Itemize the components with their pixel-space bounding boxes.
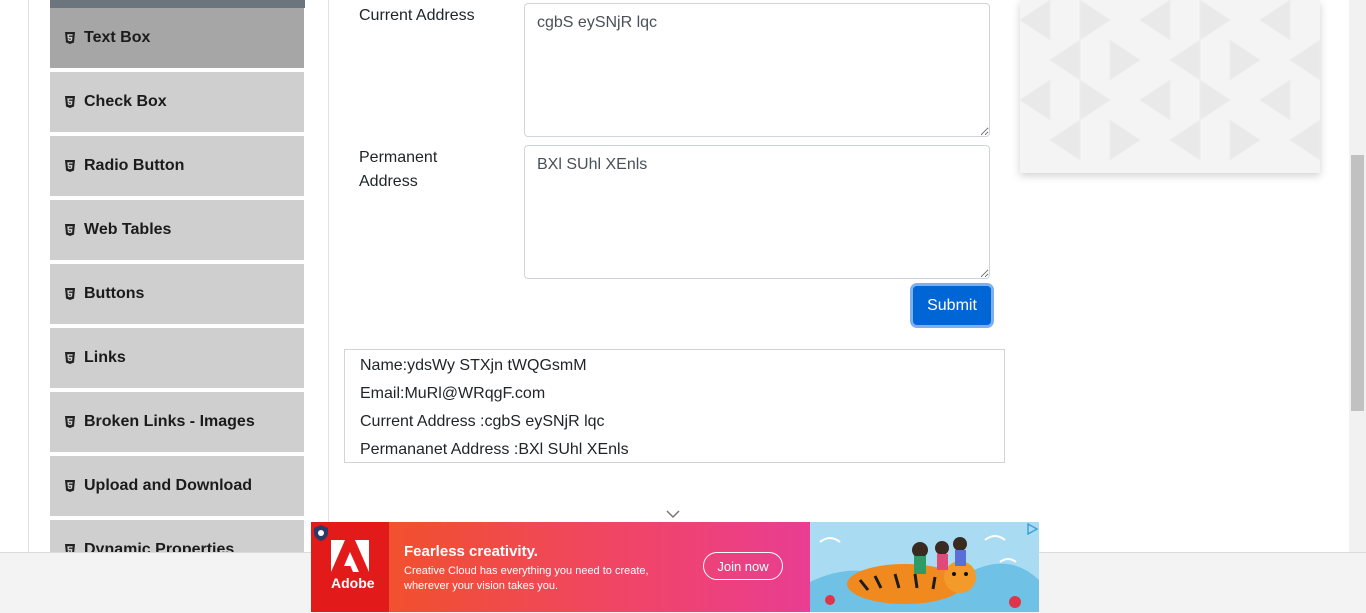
adobe-ad-banner[interactable]: Adobe Fearless creativity. Creative Clou… — [311, 522, 1039, 612]
output-email: Email:MuRl@WRqgF.com — [360, 385, 546, 402]
output-name: Name:ydsWy STXjn tWQGsmM — [360, 357, 587, 374]
ad-headline: Fearless creativity. — [404, 543, 538, 560]
html5-icon — [65, 160, 75, 172]
sidebar-item-text-box[interactable]: Text Box — [50, 8, 304, 70]
sidebar-item-label: Radio Button — [84, 157, 185, 174]
html5-icon — [65, 288, 75, 300]
sidebar-item-check-box[interactable]: Check Box — [50, 72, 304, 134]
html5-icon — [65, 32, 75, 44]
decorative-banner-image — [1020, 0, 1320, 173]
sidebar-item-label: Broken Links - Images — [84, 413, 255, 430]
sidebar-item-links[interactable]: Links — [50, 328, 304, 390]
ad-illustration — [810, 522, 1039, 612]
html5-icon — [65, 416, 75, 428]
output-current-address: Current Address :cgbS eySNjR lqc — [360, 413, 605, 430]
chevron-down-icon[interactable] — [666, 509, 680, 519]
ad-choices-icon[interactable] — [1026, 523, 1038, 535]
sidebar: Text Box Check Box Radio Button Web Tabl… — [50, 0, 305, 552]
html5-icon — [65, 96, 75, 108]
output-permanent-address: Permananet Address :BXl SUhl XEnls — [360, 441, 629, 458]
submit-button[interactable]: Submit — [913, 286, 991, 325]
sidebar-item-label: Web Tables — [84, 221, 172, 238]
scrollbar-thumb[interactable] — [1351, 155, 1364, 411]
content-divider — [328, 0, 329, 552]
sidebar-item-label: Text Box — [84, 29, 151, 46]
sidebar-item-label: Buttons — [84, 285, 145, 302]
sidebar-item-buttons[interactable]: Buttons — [50, 264, 304, 326]
sidebar-item-web-tables[interactable]: Web Tables — [50, 200, 304, 262]
ad-subtext: Creative Cloud has everything you need t… — [404, 565, 649, 592]
sidebar-item-label: Upload and Download — [84, 477, 252, 494]
ad-shield-icon[interactable] — [314, 525, 328, 541]
sidebar-item-dynamic-properties[interactable]: Dynamic Properties — [50, 520, 304, 552]
html5-icon — [65, 544, 75, 552]
sidebar-item-upload-download[interactable]: Upload and Download — [50, 456, 304, 518]
ad-join-now-button[interactable]: Join now — [703, 552, 783, 580]
sidebar-item-broken-links[interactable]: Broken Links - Images — [50, 392, 304, 454]
sidebar-item-label: Check Box — [84, 93, 167, 110]
sidebar-item-label: Links — [84, 349, 126, 366]
current-address-textarea[interactable]: cgbS eySNjR lqc — [524, 3, 990, 137]
html5-icon — [65, 352, 75, 364]
permanent-address-textarea[interactable]: BXl SUhl XEnls — [524, 145, 990, 279]
page-left-border — [28, 0, 29, 552]
sidebar-group-header[interactable] — [50, 0, 305, 8]
sidebar-item-label: Dynamic Properties — [84, 541, 235, 552]
permanent-address-label-line2: Address — [359, 173, 418, 190]
permanent-address-label: Permanent Address — [359, 146, 437, 194]
adobe-brand-text: Adobe — [331, 575, 375, 591]
html5-icon — [65, 224, 75, 236]
current-address-label: Current Address — [359, 7, 475, 24]
output-panel: Name:ydsWy STXjn tWQGsmM Email:MuRl@WRqg… — [344, 349, 1005, 463]
html5-icon — [65, 480, 75, 492]
permanent-address-label-line1: Permanent — [359, 149, 438, 166]
sidebar-item-radio-button[interactable]: Radio Button — [50, 136, 304, 198]
